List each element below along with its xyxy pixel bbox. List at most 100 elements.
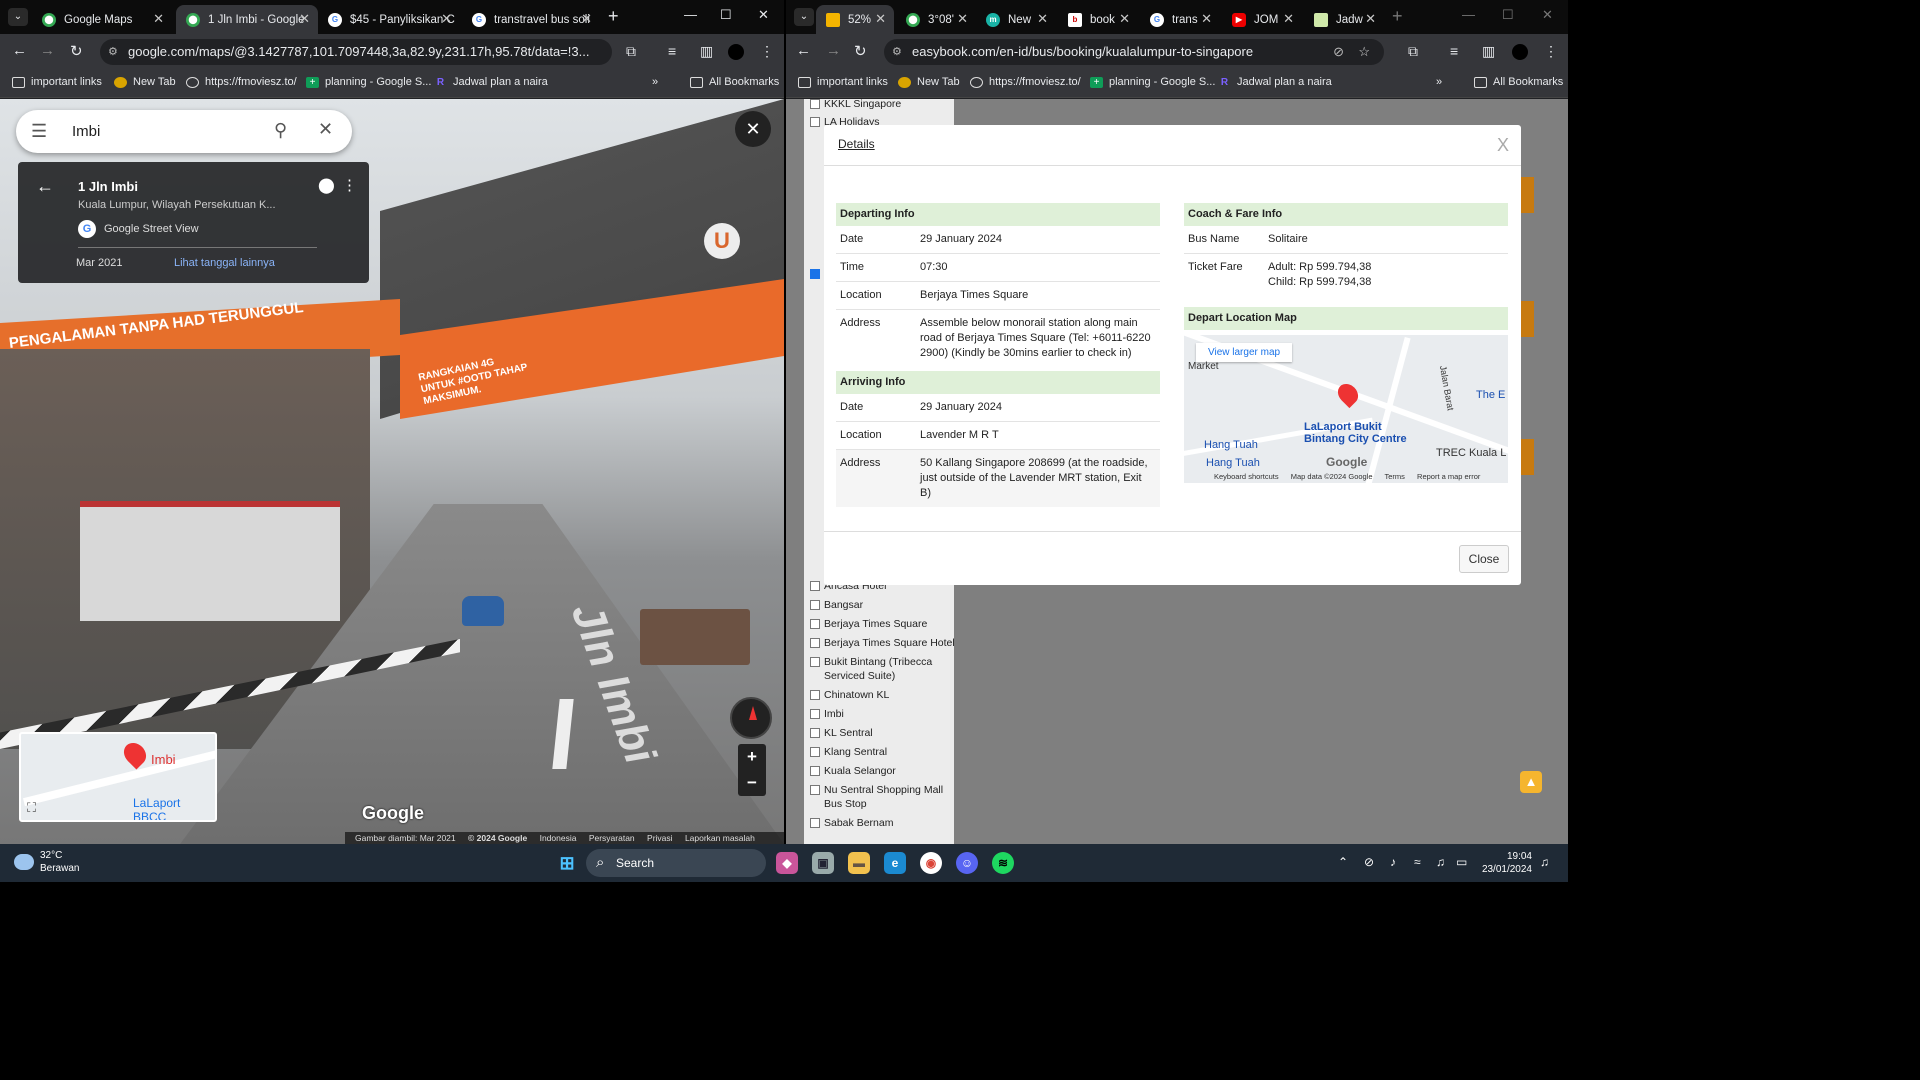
- volume-icon[interactable]: ♫: [1436, 855, 1445, 869]
- close-tab-icon[interactable]: ✕: [1119, 11, 1130, 27]
- address-bar[interactable]: ⚙ easybook.com/en-id/bus/booking/kualalu…: [884, 39, 1384, 65]
- close-window-button[interactable]: ✕: [1542, 7, 1553, 23]
- minimap[interactable]: Imbi LaLaport BBCC ⛶: [19, 732, 217, 822]
- bookmark-item[interactable]: + planning - Google S...: [1090, 76, 1215, 88]
- edge-icon[interactable]: e: [884, 852, 906, 874]
- checkbox[interactable]: [810, 690, 820, 700]
- bookmarks-overflow-icon[interactable]: »: [652, 76, 658, 88]
- profile-avatar[interactable]: [728, 44, 744, 60]
- expand-icon[interactable]: ⛶: [27, 800, 36, 816]
- bookmark-star-icon[interactable]: ☆: [1358, 39, 1370, 65]
- minimize-button[interactable]: —: [684, 7, 697, 22]
- profile-avatar[interactable]: [1512, 44, 1528, 60]
- zoom-out-button[interactable]: −: [738, 770, 766, 796]
- depart-location-map[interactable]: View larger map LaLaport Bukit Bintang C…: [1184, 335, 1508, 483]
- filter-checkbox[interactable]: Chinatown KL: [810, 688, 889, 702]
- bookmark-item[interactable]: New Tab: [114, 76, 176, 88]
- battery-icon[interactable]: ▭: [1456, 855, 1467, 869]
- checkbox[interactable]: [810, 747, 820, 757]
- checkbox[interactable]: [810, 581, 820, 591]
- system-clock[interactable]: 19:04 23/01/2024: [1482, 850, 1532, 876]
- menu-kebab-icon[interactable]: ⋮: [760, 43, 774, 60]
- close-tab-icon[interactable]: ✕: [441, 11, 452, 27]
- close-tab-icon[interactable]: ✕: [1037, 11, 1048, 27]
- forward-arrow-icon[interactable]: →: [826, 42, 841, 59]
- file-explorer-icon[interactable]: ▬: [848, 852, 870, 874]
- wifi-icon[interactable]: ≈: [1414, 855, 1421, 869]
- side-panel-icon[interactable]: ▥: [700, 43, 713, 60]
- select-button-edge[interactable]: [1520, 177, 1534, 213]
- clear-search-icon[interactable]: ✕: [318, 119, 333, 140]
- chrome-icon[interactable]: ◉: [920, 852, 942, 874]
- checkbox[interactable]: [810, 638, 820, 648]
- checkbox[interactable]: [810, 728, 820, 738]
- bookmark-item[interactable]: https://fmoviesz.to/: [970, 76, 1081, 88]
- filter-checkbox-checked[interactable]: [810, 267, 824, 279]
- close-tab-icon[interactable]: ✕: [581, 11, 592, 27]
- filter-checkbox[interactable]: Bukit Bintang (Tribecca Serviced Suite): [810, 655, 950, 683]
- side-panel-icon[interactable]: ▥: [1482, 43, 1495, 60]
- filter-checkbox[interactable]: Berjaya Times Square: [810, 617, 927, 631]
- filter-checkbox[interactable]: KL Sentral: [810, 726, 873, 740]
- select-button-edge[interactable]: [1520, 439, 1534, 475]
- new-tab-button[interactable]: +: [1392, 6, 1403, 27]
- address-bar[interactable]: ⚙ google.com/maps/@3.1427787,101.7097448…: [100, 39, 612, 65]
- scroll-to-top-button[interactable]: ▲: [1520, 771, 1542, 793]
- site-info-icon[interactable]: ⚙: [892, 39, 902, 65]
- close-window-button[interactable]: ✕: [758, 7, 769, 23]
- extensions-icon[interactable]: ⧉: [1408, 43, 1418, 60]
- filter-checkbox[interactable]: Berjaya Times Square Hotel: [810, 636, 955, 650]
- filter-checkbox[interactable]: Kuala Selangor: [810, 764, 896, 778]
- media-icon[interactable]: ≡: [668, 43, 676, 59]
- tab[interactable]: ⬤ 3°08' ✕: [896, 5, 976, 34]
- new-tab-button[interactable]: +: [608, 6, 619, 27]
- taskbar-search[interactable]: Search: [586, 849, 766, 877]
- microphone-icon[interactable]: ♪: [1390, 855, 1396, 869]
- close-tab-icon[interactable]: ✕: [875, 11, 886, 27]
- back-arrow-icon[interactable]: ←: [12, 42, 27, 59]
- bookmark-item[interactable]: R Jadwal plan a naira: [434, 76, 548, 88]
- hidden-eye-icon[interactable]: ⊘: [1333, 39, 1344, 65]
- tab-google-maps[interactable]: ⬤ Google Maps ✕: [32, 5, 172, 34]
- close-tab-icon[interactable]: ✕: [1201, 11, 1212, 27]
- forward-arrow-icon[interactable]: →: [40, 42, 55, 59]
- more-dates-link[interactable]: Lihat tanggal lainnya: [174, 257, 275, 269]
- bookmark-folder[interactable]: important links: [798, 76, 888, 88]
- maximize-button[interactable]: ☐: [1502, 7, 1514, 23]
- reload-icon[interactable]: ↻: [70, 42, 83, 60]
- location-pin-icon[interactable]: ⬤: [318, 176, 335, 194]
- minimize-button[interactable]: —: [1462, 7, 1475, 22]
- filter-checkbox[interactable]: Klang Sentral: [810, 745, 887, 759]
- tab-search-panyliksikan[interactable]: G $45 - Panyliksikan C ✕: [318, 5, 460, 34]
- bookmark-item[interactable]: https://fmoviesz.to/: [186, 76, 297, 88]
- filter-checkbox[interactable]: Nu Sentral Shopping Mall Bus Stop: [810, 783, 950, 811]
- modal-close-x[interactable]: X: [1497, 135, 1509, 156]
- all-bookmarks[interactable]: All Bookmarks: [1474, 76, 1563, 88]
- checkbox[interactable]: [810, 785, 820, 795]
- more-options-icon[interactable]: ⋮: [342, 176, 357, 194]
- close-tab-icon[interactable]: ✕: [1283, 11, 1294, 27]
- close-tab-icon[interactable]: ✕: [1365, 11, 1376, 27]
- copilot-icon[interactable]: ◆: [776, 852, 798, 874]
- discord-icon[interactable]: ☺: [956, 852, 978, 874]
- task-view-icon[interactable]: ▣: [812, 852, 834, 874]
- tab-transtravel[interactable]: G transtravel bus soli ✕: [462, 5, 600, 34]
- close-tab-icon[interactable]: ✕: [153, 11, 164, 27]
- site-info-icon[interactable]: ⚙: [108, 39, 118, 65]
- compass-icon[interactable]: [730, 697, 772, 739]
- checkbox[interactable]: [810, 600, 820, 610]
- zoom-in-button[interactable]: +: [738, 744, 766, 770]
- media-icon[interactable]: ≡: [1450, 43, 1458, 59]
- checkbox[interactable]: [810, 117, 820, 127]
- view-larger-map-link[interactable]: View larger map: [1196, 343, 1293, 362]
- reload-icon[interactable]: ↻: [854, 42, 867, 60]
- maps-search-box[interactable]: ☰ Imbi ⚲ ✕: [16, 110, 352, 153]
- checkbox[interactable]: [810, 619, 820, 629]
- checkbox[interactable]: [810, 766, 820, 776]
- extensions-icon[interactable]: ⧉: [626, 43, 636, 60]
- tab-street-view[interactable]: ⬤ 1 Jln Imbi - Google ✕: [176, 5, 318, 34]
- bookmark-item[interactable]: New Tab: [898, 76, 960, 88]
- tab[interactable]: b book ✕: [1058, 5, 1138, 34]
- checkbox[interactable]: [810, 818, 820, 828]
- tab[interactable]: m New ✕: [976, 5, 1056, 34]
